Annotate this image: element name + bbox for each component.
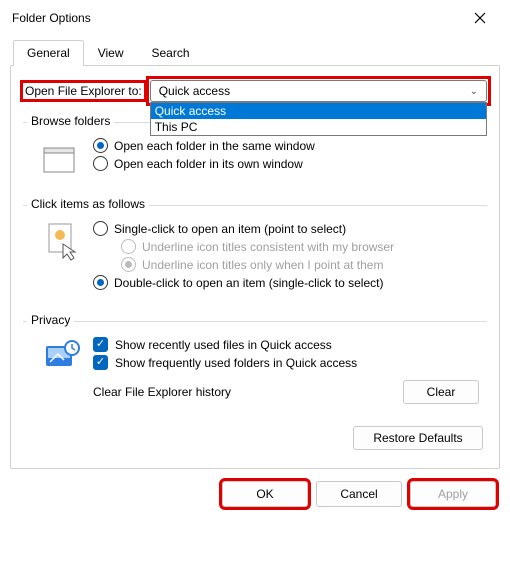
open-explorer-dropdown[interactable]: Quick access ⌄ [150,80,487,102]
apply-button[interactable]: Apply [410,481,496,507]
radio-icon [93,221,108,236]
dropdown-option-this-pc[interactable]: This PC [151,119,486,135]
radio-icon [93,275,108,290]
radio-underline-browser: Underline icon titles consistent with my… [121,239,479,254]
clear-history-label: Clear File Explorer history [93,385,403,399]
radio-label: Underline icon titles only when I point … [142,258,383,272]
checkbox-frequent-folders[interactable]: ✓ Show frequently used folders in Quick … [93,355,479,370]
browse-folders-icon [41,141,85,177]
radio-label: Open each folder in its own window [114,157,303,171]
radio-label: Double-click to open an item (single-cli… [114,276,383,290]
checkbox-icon: ✓ [93,337,108,352]
radio-label: Single-click to open an item (point to s… [114,222,346,236]
radio-single-click[interactable]: Single-click to open an item (point to s… [93,221,479,236]
radio-own-window[interactable]: Open each folder in its own window [93,156,479,171]
radio-double-click[interactable]: Double-click to open an item (single-cli… [93,275,479,290]
restore-defaults-button[interactable]: Restore Defaults [353,426,483,450]
radio-underline-point: Underline icon titles only when I point … [121,257,479,272]
checkbox-recent-files[interactable]: ✓ Show recently used files in Quick acce… [93,337,479,352]
dropdown-selected: Quick access [159,84,230,98]
clear-button[interactable]: Clear [403,380,479,404]
close-button[interactable] [458,3,502,33]
click-items-icon [41,222,85,293]
checkbox-label: Show recently used files in Quick access [115,338,332,352]
ok-button[interactable]: OK [222,481,308,507]
chevron-down-icon: ⌄ [470,86,478,97]
click-items-legend: Click items as follows [27,197,149,211]
window-title: Folder Options [12,11,458,25]
radio-icon [121,239,136,254]
privacy-icon [41,338,85,408]
browse-folders-legend: Browse folders [27,114,114,128]
dropdown-option-quick-access[interactable]: Quick access [151,103,486,119]
radio-label: Underline icon titles consistent with my… [142,240,394,254]
tab-view[interactable]: View [84,40,138,65]
radio-label: Open each folder in the same window [114,139,315,153]
tab-search[interactable]: Search [138,40,204,65]
radio-icon [93,156,108,171]
radio-icon [93,138,108,153]
open-explorer-label: Open File Explorer to: [23,83,144,99]
radio-icon [121,257,136,272]
privacy-legend: Privacy [27,313,74,327]
tab-general[interactable]: General [13,40,84,66]
cancel-button[interactable]: Cancel [316,481,402,507]
radio-same-window[interactable]: Open each folder in the same window [93,138,479,153]
checkbox-icon: ✓ [93,355,108,370]
checkbox-label: Show frequently used folders in Quick ac… [115,356,357,370]
open-explorer-dropdown-list: Quick access This PC [150,102,487,136]
